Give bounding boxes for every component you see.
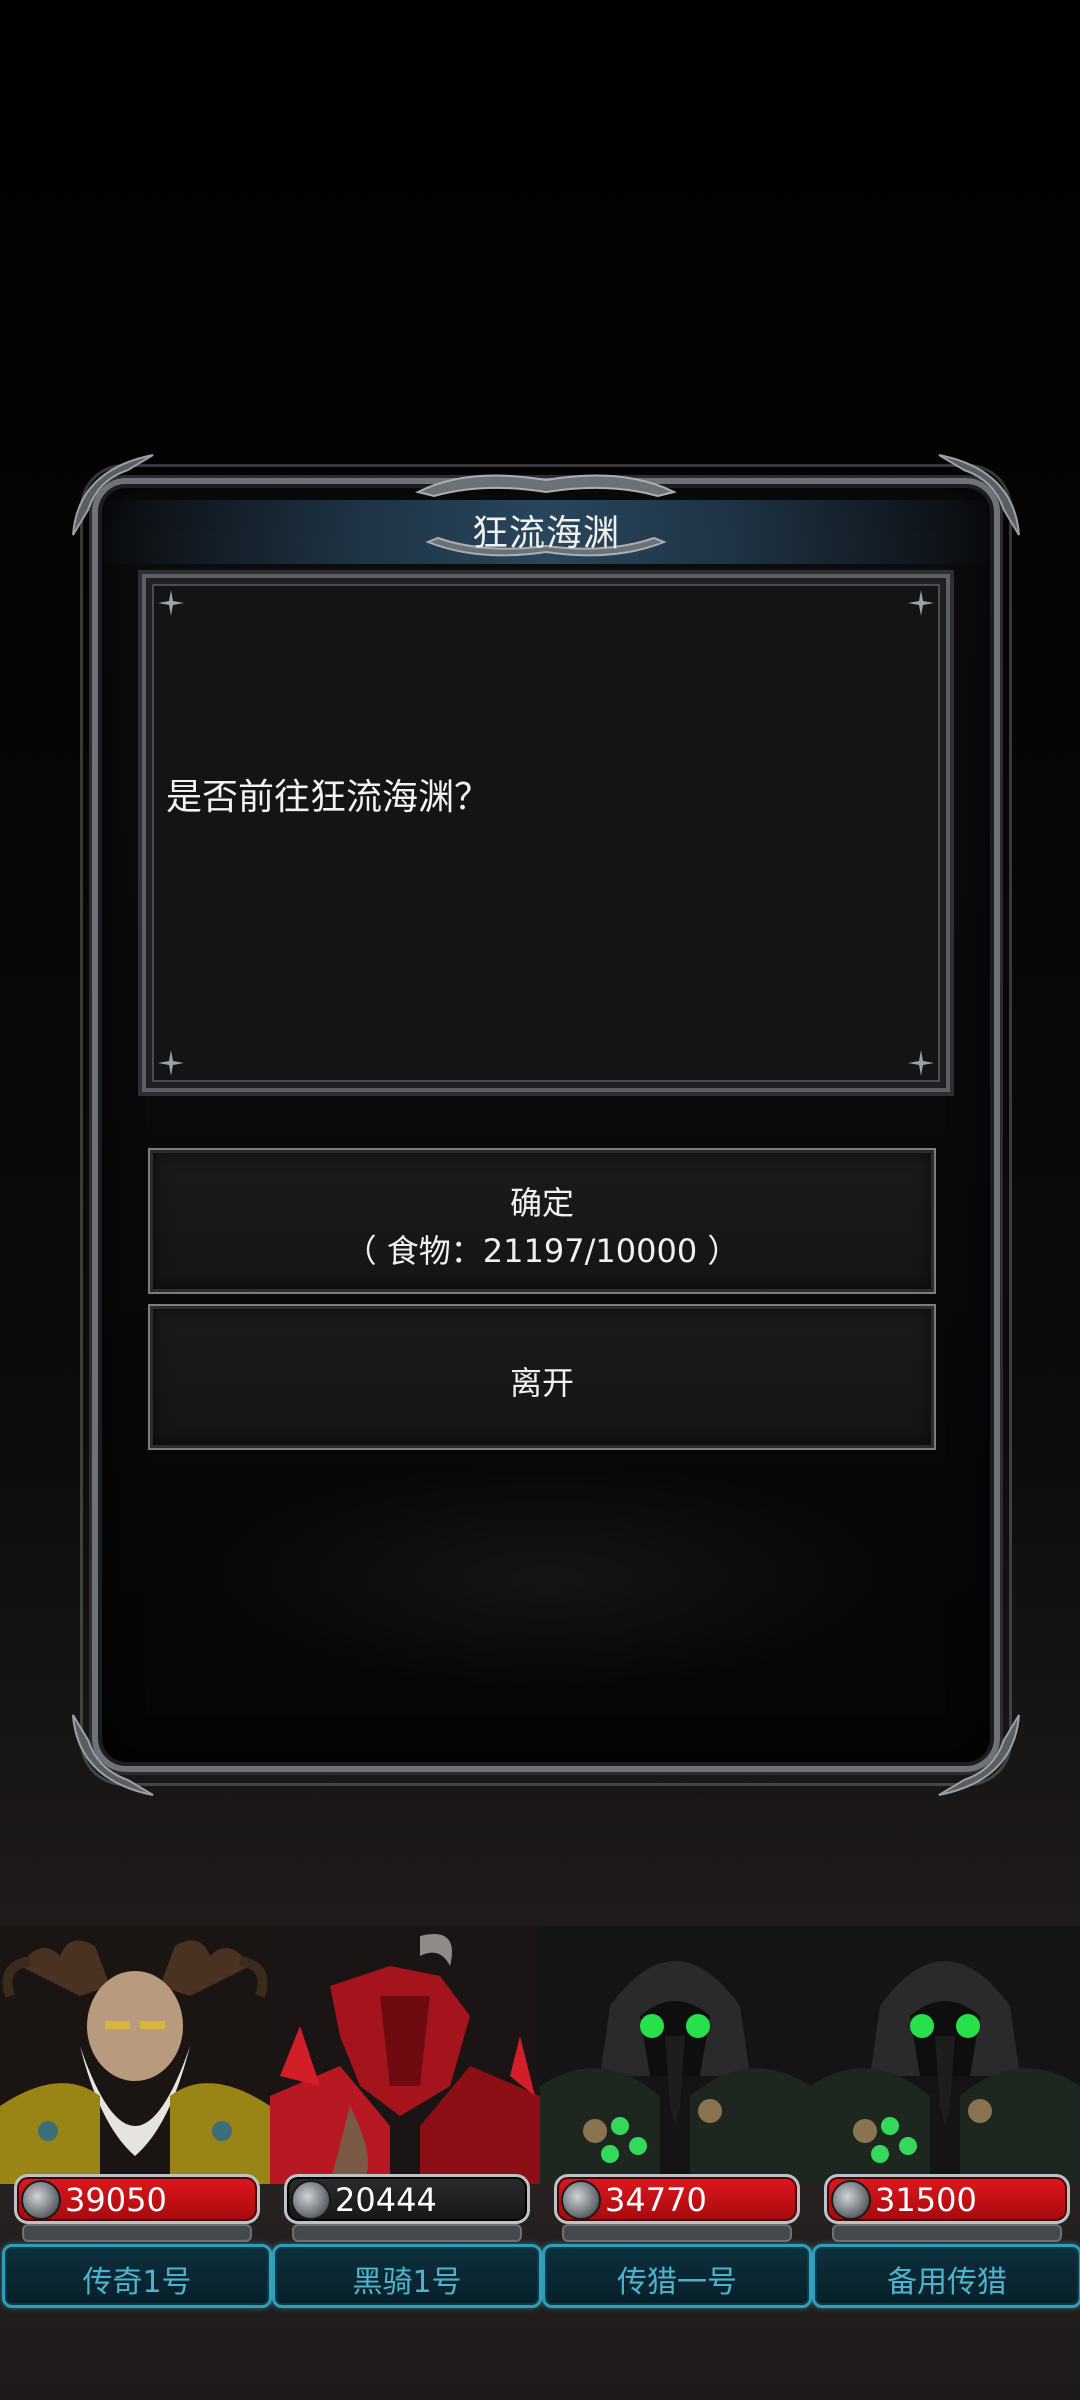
hero-name: 传奇1号 <box>82 2265 192 2300</box>
power-bar: 34770 <box>554 2174 800 2224</box>
sword-icon <box>291 2180 331 2220</box>
frame-corner-ornament-icon <box>72 1714 154 1796</box>
sword-icon <box>561 2180 601 2220</box>
sparkle-icon <box>158 590 184 616</box>
party-member-3[interactable]: 34770 传猎一号 <box>540 1926 812 2308</box>
sparkle-icon <box>908 590 934 616</box>
power-value: 31500 <box>875 2181 977 2219</box>
leave-label: 离开 <box>509 1364 574 1402</box>
party-member-2[interactable]: 20444 黑骑1号 <box>270 1926 542 2308</box>
hero-portrait-plague-hunter <box>810 1926 1080 2184</box>
power-value: 34770 <box>605 2181 707 2219</box>
confirm-button[interactable]: 确定 （ 食物：21197/10000 ） <box>148 1148 936 1294</box>
sparkle-icon <box>908 1050 934 1076</box>
confirm-label: 确定 <box>509 1184 574 1222</box>
hero-name-plate[interactable]: 黑骑1号 <box>272 2244 542 2308</box>
dialog-background-texture <box>198 1464 898 1694</box>
hero-portrait-plague-hunter <box>540 1926 810 2184</box>
status-subbar <box>292 2224 522 2242</box>
hero-portrait-red-knight <box>270 1926 540 2184</box>
hero-name: 备用传猎 <box>887 2265 1007 2300</box>
hero-name-plate[interactable]: 传奇1号 <box>2 2244 272 2308</box>
frame-corner-ornament-icon <box>938 1714 1020 1796</box>
dialog-message: 是否前往狂流海渊？ <box>166 777 491 818</box>
power-bar: 20444 <box>284 2174 530 2224</box>
power-bar: 39050 <box>14 2174 260 2224</box>
power-bar: 31500 <box>824 2174 1070 2224</box>
message-panel: 是否前往狂流海渊？ <box>142 574 950 1092</box>
status-subbar <box>832 2224 1062 2242</box>
hero-name-plate[interactable]: 传猎一号 <box>542 2244 812 2308</box>
dialog-title: 狂流海渊 <box>471 513 620 554</box>
power-value: 39050 <box>65 2181 167 2219</box>
party-bar: 39050 传奇1号 20444 黑骑1号 34770 传猎一号 31500 备… <box>0 1926 1080 2308</box>
hero-name-plate[interactable]: 备用传猎 <box>812 2244 1080 2308</box>
power-value: 20444 <box>335 2181 437 2219</box>
hero-name: 黑骑1号 <box>352 2265 462 2300</box>
status-subbar <box>22 2224 252 2242</box>
leave-button[interactable]: 离开 <box>148 1304 936 1450</box>
location-dialog: 狂流海渊 是否前往狂流海渊？ 确定 （ 食物：21197/10000 ） 离开 <box>72 454 1020 1796</box>
sword-icon <box>21 2180 61 2220</box>
sparkle-icon <box>158 1050 184 1076</box>
sword-icon <box>831 2180 871 2220</box>
status-subbar <box>562 2224 792 2242</box>
hero-name: 传猎一号 <box>617 2265 737 2300</box>
hero-portrait-druid <box>0 1926 270 2184</box>
party-member-1[interactable]: 39050 传奇1号 <box>0 1926 272 2308</box>
party-member-4[interactable]: 31500 备用传猎 <box>810 1926 1080 2308</box>
food-cost-text: （ 食物：21197/10000 ） <box>344 1232 740 1270</box>
